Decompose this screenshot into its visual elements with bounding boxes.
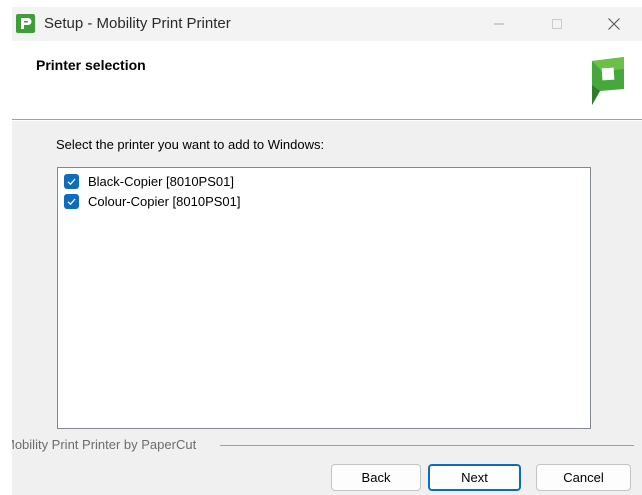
brand-divider [220, 445, 634, 446]
maximize-icon [552, 19, 562, 29]
list-item[interactable]: Black-Copier [8010PS01] [64, 171, 234, 191]
printer-checkbox[interactable] [64, 173, 79, 189]
page-title: Printer selection [36, 57, 146, 73]
setup-window: Setup - Mobility Print Printer Printer s… [12, 7, 642, 495]
printer-list[interactable]: Black-Copier [8010PS01] Colour-Copier [8… [57, 167, 591, 429]
papercut-logo-icon [16, 14, 35, 33]
title-bar[interactable]: Setup - Mobility Print Printer [12, 7, 642, 41]
next-button[interactable]: Next [428, 464, 521, 491]
brand-text: Mobility Print Printer by PaperCut [12, 437, 197, 452]
back-button[interactable]: Back [331, 464, 421, 491]
checkmark-icon [67, 178, 76, 185]
list-item[interactable]: Colour-Copier [8010PS01] [64, 191, 240, 211]
checkmark-icon [67, 198, 76, 205]
maximize-button[interactable] [534, 7, 580, 41]
brand-row: Mobility Print Printer by PaperCut [12, 437, 642, 453]
cancel-button[interactable]: Cancel [536, 464, 631, 491]
minimize-icon [494, 23, 504, 25]
minimize-button[interactable] [476, 7, 522, 41]
papercut-logo-icon [590, 55, 626, 110]
printer-label: Colour-Copier [8010PS01] [88, 193, 241, 209]
printer-label: Black-Copier [8010PS01] [88, 173, 234, 189]
printer-checkbox[interactable] [64, 193, 79, 209]
close-icon [608, 18, 620, 30]
wizard-header: Printer selection [12, 41, 642, 119]
instruction-text: Select the printer you want to add to Wi… [56, 137, 325, 152]
close-button[interactable] [591, 7, 637, 41]
header-divider-highlight [12, 120, 642, 121]
window-title: Setup - Mobility Print Printer [44, 15, 231, 32]
